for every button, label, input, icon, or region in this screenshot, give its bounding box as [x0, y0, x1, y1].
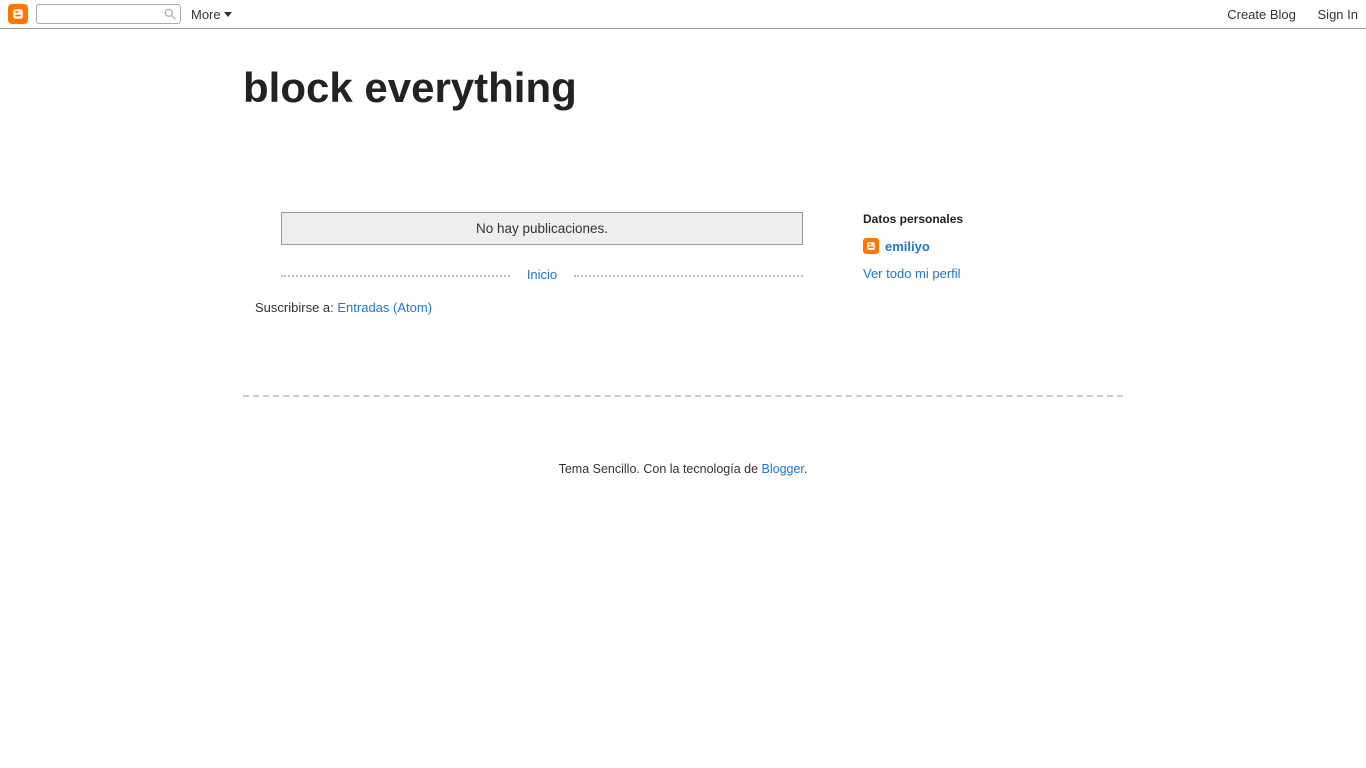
- sidebar: Datos personales emiliyo Ver todo mi per…: [863, 212, 1123, 315]
- blogger-profile-icon: [863, 238, 879, 254]
- subscribe-prefix: Suscribirse a:: [255, 300, 337, 315]
- view-full-profile-link[interactable]: Ver todo mi perfil: [863, 266, 961, 281]
- blogger-platform-link[interactable]: Blogger: [762, 462, 804, 476]
- navbar-right: Create Blog Sign In: [1209, 7, 1358, 22]
- blogger-navbar: More Create Blog Sign In: [0, 0, 1366, 29]
- footer-divider: [243, 395, 1123, 397]
- profile-name-link[interactable]: emiliyo: [885, 239, 930, 254]
- more-label: More: [191, 7, 221, 22]
- search-input[interactable]: [36, 4, 181, 24]
- feed-link[interactable]: Entradas (Atom): [337, 300, 432, 315]
- home-link[interactable]: Inicio: [521, 267, 563, 282]
- blogger-logo-icon[interactable]: [8, 4, 28, 24]
- sign-in-link[interactable]: Sign In: [1318, 7, 1358, 22]
- blog-title[interactable]: block everything: [243, 64, 1123, 112]
- search-field-wrap: [36, 4, 181, 24]
- footer-suffix: .: [804, 462, 807, 476]
- profile-row: emiliyo: [863, 238, 1123, 254]
- main-column: No hay publicaciones. Inicio Suscribirse…: [281, 212, 803, 315]
- chevron-down-icon: [224, 12, 232, 17]
- footer-theme-text: Tema Sencillo. Con la tecnología de: [559, 462, 762, 476]
- subscribe-line: Suscribirse a: Entradas (Atom): [255, 300, 803, 315]
- profile-widget-title: Datos personales: [863, 212, 1123, 226]
- blog-pager: Inicio: [281, 267, 803, 282]
- footer-attribution: Tema Sencillo. Con la tecnología de Blog…: [243, 462, 1123, 476]
- more-dropdown[interactable]: More: [191, 7, 232, 22]
- no-posts-message: No hay publicaciones.: [281, 212, 803, 245]
- search-icon[interactable]: [163, 7, 177, 21]
- create-blog-link[interactable]: Create Blog: [1227, 7, 1296, 22]
